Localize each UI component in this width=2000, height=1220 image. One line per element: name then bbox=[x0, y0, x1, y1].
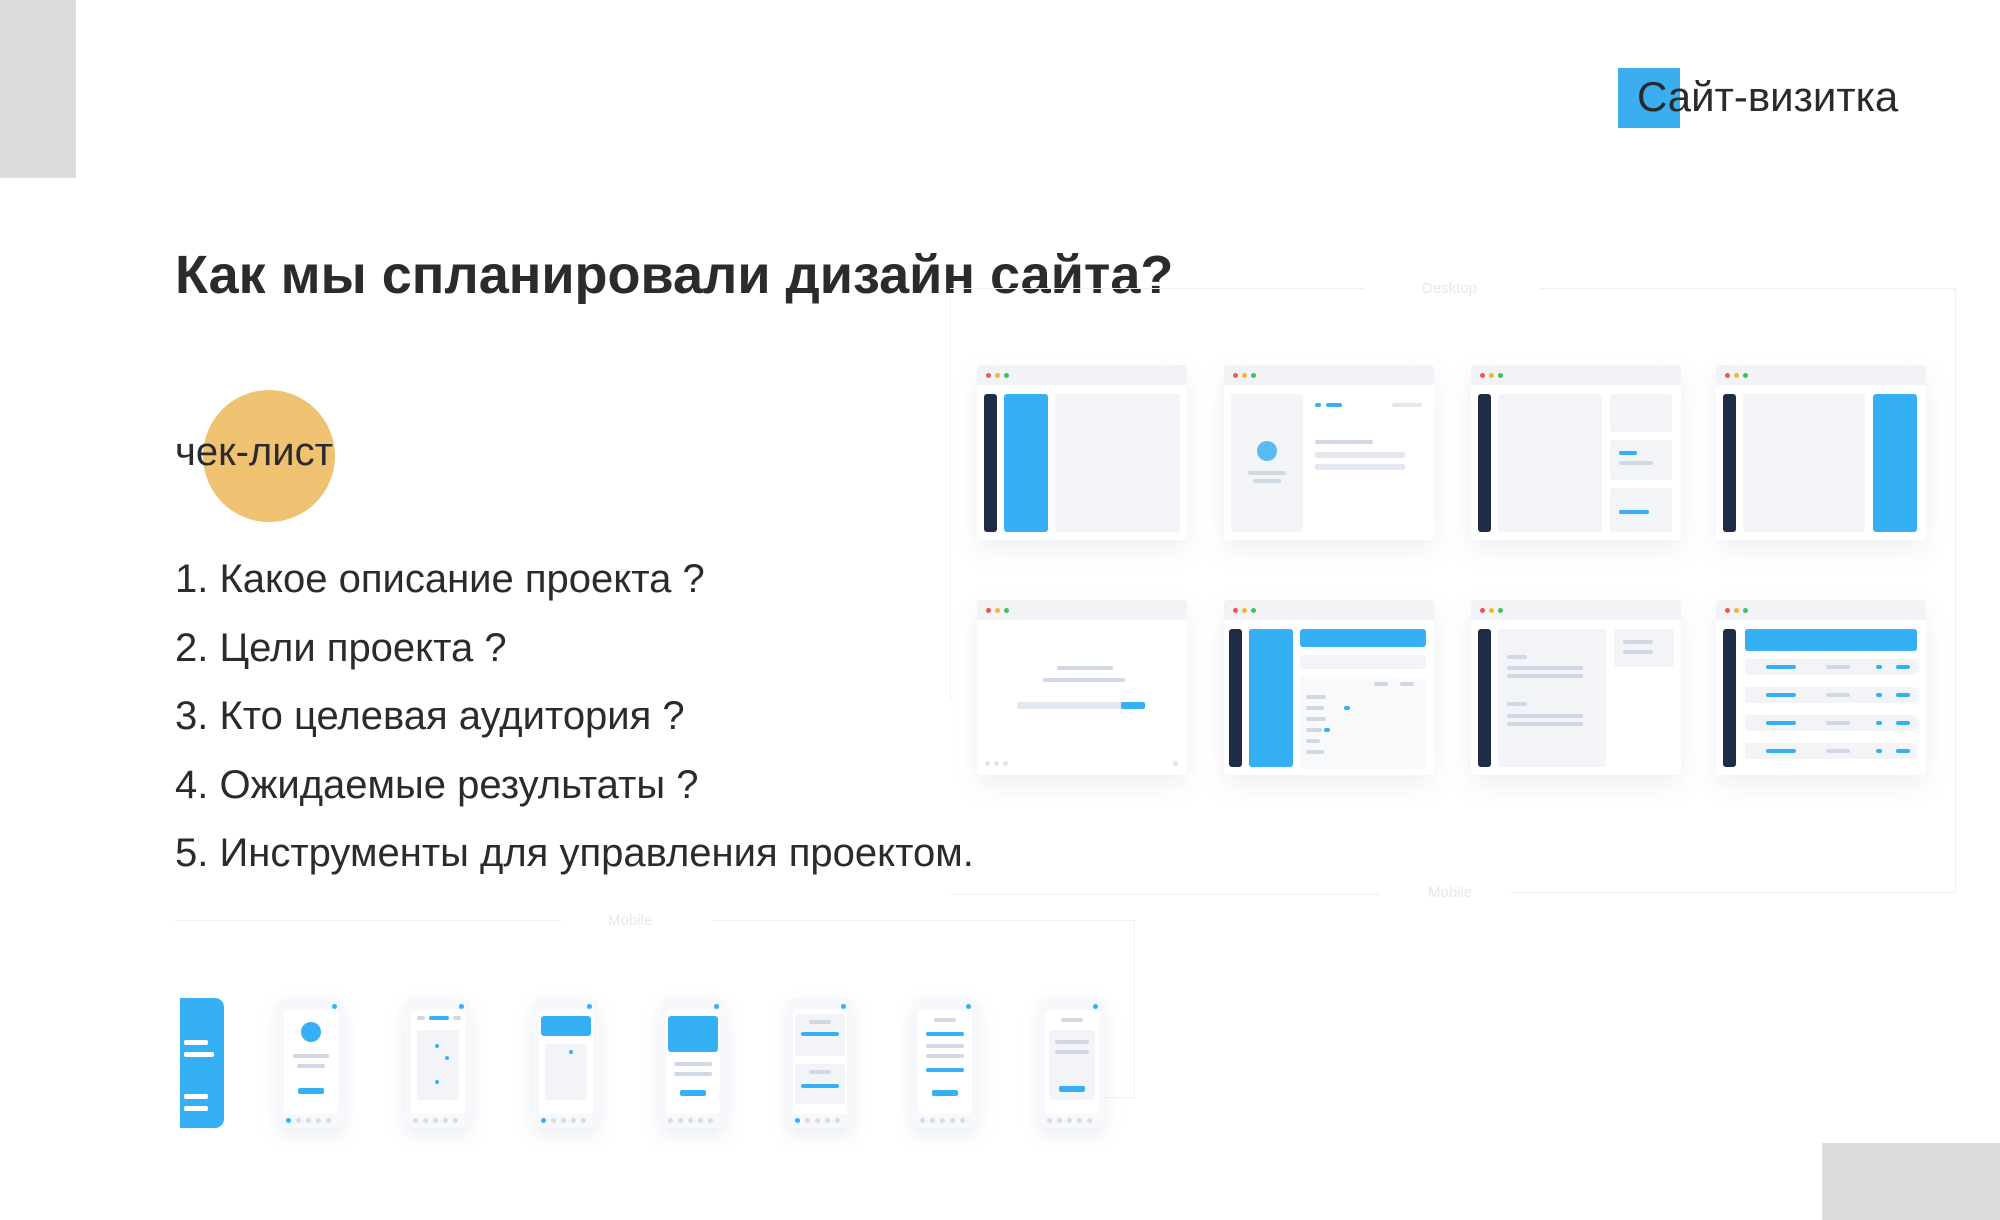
checklist-label: чек-лист bbox=[175, 430, 333, 474]
frame-line bbox=[712, 920, 1135, 921]
frame-line bbox=[1100, 1097, 1135, 1098]
frame-line bbox=[1955, 288, 1956, 892]
page-title: Как мы спланировали дизайн сайта? bbox=[175, 245, 1174, 305]
desktop-mockup bbox=[1471, 600, 1681, 775]
mobile-mockup bbox=[787, 998, 853, 1128]
frame-line bbox=[950, 288, 1364, 289]
mobile-mockup bbox=[912, 998, 978, 1128]
mobile-mockup bbox=[660, 998, 726, 1128]
mobile-mockup bbox=[180, 998, 224, 1128]
desktop-mockup bbox=[1471, 365, 1681, 540]
desktop-mockup bbox=[1224, 365, 1434, 540]
mobile-mockup bbox=[405, 998, 471, 1128]
mobile-mockup bbox=[533, 998, 599, 1128]
desktop-caption: Desktop bbox=[1422, 280, 1478, 297]
frame-line bbox=[175, 920, 561, 921]
brand-label: Сайт-визитка bbox=[1637, 73, 1899, 120]
desktop-mockup bbox=[977, 600, 1187, 775]
corner-block-bottom-right bbox=[1822, 1143, 2000, 1220]
desktop-mockup bbox=[1716, 600, 1926, 775]
mobile-caption-faint: Mobile bbox=[1428, 884, 1473, 901]
list-item: 1. Какое описание проекта ? bbox=[175, 557, 705, 601]
checklist-questions: 1. Какое описание проекта ? 2. Цели прое… bbox=[175, 545, 974, 888]
list-item: 3. Кто целевая аудитория ? bbox=[175, 694, 685, 738]
list-item: 4. Ожидаемые результаты ? bbox=[175, 762, 699, 807]
desktop-mockup bbox=[1224, 600, 1434, 775]
desktop-mockup bbox=[977, 365, 1187, 540]
frame-line bbox=[1510, 892, 1956, 893]
frame-line bbox=[950, 295, 951, 701]
list-item: 2. Цели проекта ? bbox=[175, 625, 507, 670]
frame-line bbox=[1134, 920, 1135, 1098]
desktop-mockup bbox=[1716, 365, 1926, 540]
mobile-mockup bbox=[278, 998, 344, 1128]
list-item: 5. Инструменты для управления проектом. bbox=[175, 831, 974, 875]
frame-line bbox=[1540, 288, 1956, 289]
mobile-caption: Mobile bbox=[608, 912, 653, 929]
corner-block-top-left bbox=[0, 0, 76, 178]
mobile-mockup bbox=[1039, 998, 1105, 1128]
frame-line bbox=[950, 894, 1380, 895]
